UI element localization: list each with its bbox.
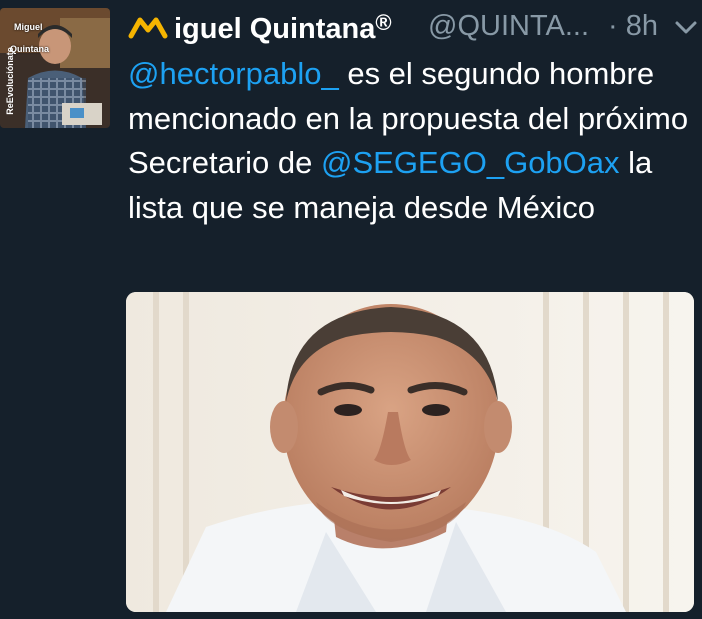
tweet-text: @hectorpablo_ es el segundo hombre menci… (128, 52, 698, 230)
tweet-timestamp[interactable]: · 8h (608, 10, 658, 43)
avatar-overlay-side-text: ReEvoluciónate (4, 47, 15, 115)
author-display-name[interactable]: iguel Quintana® (174, 10, 392, 46)
mention-link-hectorpablo[interactable]: @hectorpablo_ (128, 56, 339, 91)
tweet[interactable]: Miguel Quintana ReEvoluciónate iguel Qui… (0, 0, 702, 619)
author-handle[interactable]: @QUINTA... (428, 10, 589, 43)
registered-mark: ® (375, 10, 392, 35)
avatar-overlay-name-line2: Quintana (10, 44, 50, 54)
chevron-down-icon[interactable] (674, 18, 698, 38)
avatar-overlay-name-line1: Miguel (14, 22, 43, 32)
tweet-header: iguel Quintana® @QUINTA... · 8h (128, 6, 702, 46)
m-logo-icon (128, 17, 168, 39)
avatar[interactable]: Miguel Quintana ReEvoluciónate (0, 8, 110, 128)
mention-link-segego[interactable]: @SEGEGO_GobOax (321, 145, 620, 180)
tweet-media-photo[interactable] (126, 292, 694, 612)
portrait-photo (126, 292, 694, 612)
author-name-text: iguel Quintana (174, 13, 376, 45)
